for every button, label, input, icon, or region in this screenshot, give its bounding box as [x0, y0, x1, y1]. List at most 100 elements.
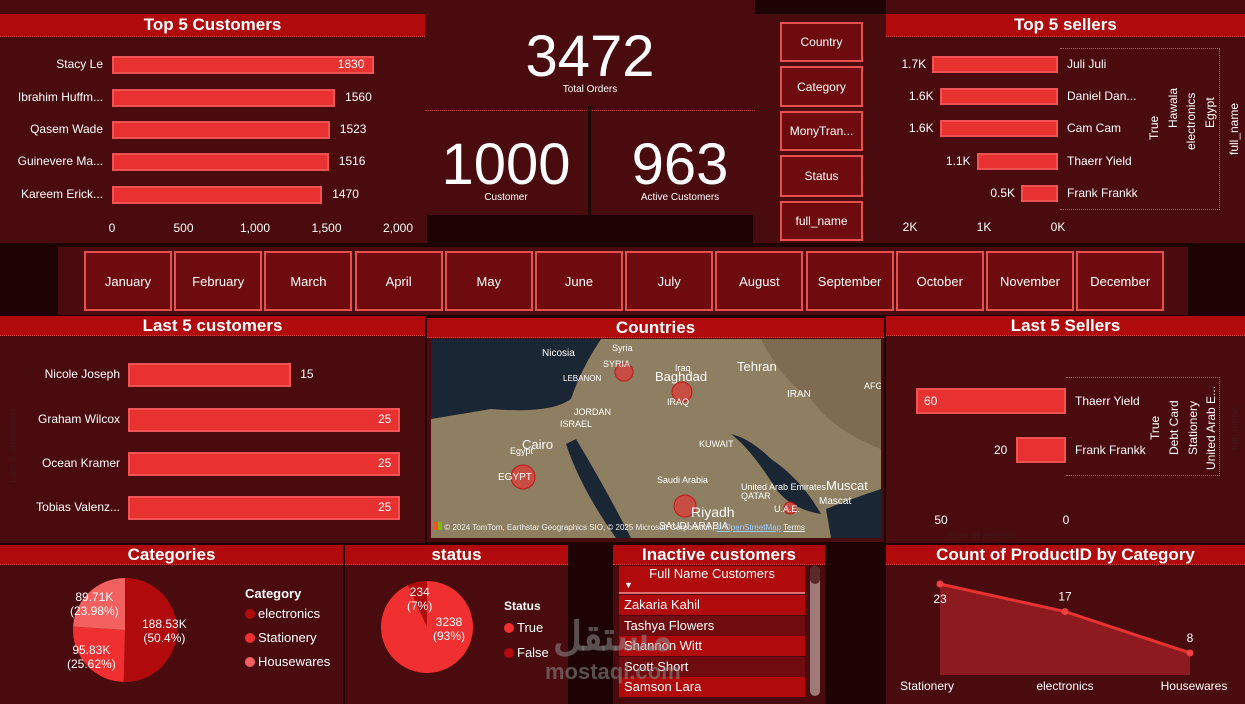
x-tick: 2,000: [382, 221, 414, 235]
customer-bar[interactable]: [112, 153, 329, 171]
active-customers-label: Active Customers: [640, 192, 720, 203]
cat-label-stationery: 95.83K (25.62%): [67, 643, 116, 671]
month-button-august[interactable]: August: [715, 251, 804, 311]
legend-label: electronics: [258, 606, 321, 621]
customer-bar[interactable]: [112, 56, 374, 74]
map-label: Baghdad: [655, 369, 707, 384]
customer-bar[interactable]: [128, 363, 292, 387]
seller-value: 1.7K: [901, 57, 927, 71]
kpi-footer: [427, 215, 753, 243]
month-button-february[interactable]: February: [174, 251, 263, 311]
attribution-text: © 2024 TomTom, Earthstar Geographics SIO…: [444, 523, 715, 532]
categories-title: Categories: [0, 545, 343, 565]
month-button-november[interactable]: November: [986, 251, 1074, 311]
map-label: SYRIA: [603, 359, 630, 369]
seller-value: 60: [924, 394, 938, 408]
status-label-false: 234 (7%): [407, 585, 433, 613]
month-button-july[interactable]: July: [625, 251, 714, 311]
countries-map[interactable]: Nicosia SyriaSYRIALEBANONIraqBaghdadIRAQT…: [431, 339, 881, 538]
status-legend-false[interactable]: False: [504, 645, 549, 660]
map-label: Muscat: [826, 478, 868, 493]
last-customers-title: Last 5 customers: [0, 316, 425, 336]
month-button-may[interactable]: May: [444, 251, 533, 311]
slicer-full-name[interactable]: full_name: [780, 201, 863, 241]
month-button-april[interactable]: April: [354, 251, 443, 311]
inactive-title: Inactive customers: [613, 545, 825, 565]
customer-value: 1560: [345, 90, 372, 104]
customer-bar[interactable]: [128, 408, 400, 432]
map-label: Tehran: [737, 359, 777, 374]
seller-value: 1.1K: [945, 154, 971, 168]
top-customers-title: Top 5 Customers: [0, 14, 425, 37]
sort-down-icon[interactable]: ▼: [624, 580, 633, 590]
month-button-september[interactable]: September: [805, 251, 894, 311]
product-count-title: Count of ProductID by Category: [886, 545, 1245, 565]
month-button-march[interactable]: March: [264, 251, 353, 311]
month-button-december[interactable]: December: [1076, 251, 1165, 311]
slicer-money-transfer[interactable]: MonyTran...: [780, 111, 863, 151]
product-count-area-chart: 23 Stationery 17 electronics 8 Housewares: [900, 580, 1227, 693]
seller-bar[interactable]: [1021, 185, 1058, 202]
customer-name: Tobias Valenz...: [36, 500, 120, 514]
slicer-category[interactable]: Category: [780, 66, 863, 107]
seller-bar[interactable]: [932, 56, 1058, 73]
month-button-january[interactable]: January: [84, 251, 172, 311]
legend-electronics[interactable]: electronics: [245, 606, 320, 621]
legend-stationery[interactable]: Stationery: [245, 630, 317, 645]
month-button-october[interactable]: October: [895, 251, 984, 311]
seller-bar[interactable]: [916, 388, 1066, 414]
map-label: KUWAIT: [699, 439, 734, 449]
x-tick: 0K: [1050, 220, 1066, 234]
customers-label: Customer: [484, 192, 528, 203]
table-scrollbar[interactable]: [810, 566, 820, 696]
microsoft-logo-icon: [434, 522, 442, 530]
legend-housewares[interactable]: Housewares: [245, 654, 330, 669]
seller-bar[interactable]: [939, 120, 1058, 137]
top-sellers-filter-box: [1060, 48, 1220, 210]
customer-name: Ibrahim Huffm...: [17, 90, 103, 104]
table-row[interactable]: Shannon Witt: [619, 636, 805, 656]
slicer-status[interactable]: Status: [780, 155, 863, 197]
column-name: Full Name Customers: [649, 566, 775, 581]
osm-link[interactable]: © OpenStreetMap: [716, 523, 781, 532]
table-row[interactable]: Scott Short: [619, 656, 805, 677]
x-tick: 50: [934, 513, 948, 527]
last-sellers-title: Last 5 Sellers: [886, 316, 1245, 336]
month-button-june[interactable]: June: [535, 251, 623, 311]
legend-dot-icon: [245, 657, 255, 667]
x-tick: 1,500: [311, 221, 342, 235]
map-label: QATAR: [741, 491, 771, 501]
seller-bar[interactable]: [939, 88, 1058, 105]
scrollbar-thumb[interactable]: [810, 566, 820, 584]
customer-bar[interactable]: [128, 496, 400, 520]
customer-name: Stacy Le: [56, 57, 103, 71]
x-tick: 2K: [902, 220, 918, 234]
table-row[interactable]: Samson Lara: [619, 677, 805, 697]
inactive-column-header[interactable]: Full Name Customers ▼: [619, 566, 805, 594]
top-sellers-title: Top 5 sellers: [886, 14, 1245, 37]
customer-bar[interactable]: [112, 121, 330, 139]
last-sellers-y-title: full_name: [1230, 406, 1241, 450]
seller-bar[interactable]: [1016, 437, 1066, 463]
slicer-country[interactable]: Country: [780, 22, 863, 62]
table-row[interactable]: Zakaria Kahil: [619, 595, 805, 615]
status-legend-true[interactable]: True: [504, 620, 543, 635]
customer-bar[interactable]: [112, 89, 336, 107]
data-point: [1061, 608, 1069, 616]
map-label: Saudi Arabia: [657, 475, 708, 485]
data-label: 8: [1187, 631, 1194, 645]
legend-label: Housewares: [258, 654, 331, 669]
customer-name: Guinevere Ma...: [17, 154, 103, 168]
customer-bar[interactable]: [112, 186, 323, 204]
customer-name: Qasem Wade: [30, 122, 103, 136]
customer-bar[interactable]: [128, 452, 400, 476]
map-label: IRAQ: [667, 397, 689, 407]
last-sellers-axis-title: Sum of amount: [948, 531, 1016, 542]
customer-value: 1470: [332, 187, 359, 201]
seller-bar[interactable]: [976, 153, 1058, 170]
terms-link[interactable]: Terms: [783, 523, 805, 532]
table-row[interactable]: Tashya Flowers: [619, 615, 805, 636]
customer-name: Graham Wilcox: [37, 412, 120, 426]
customer-name: Ocean Kramer: [41, 456, 120, 470]
x-tick: electronics: [1036, 679, 1093, 693]
